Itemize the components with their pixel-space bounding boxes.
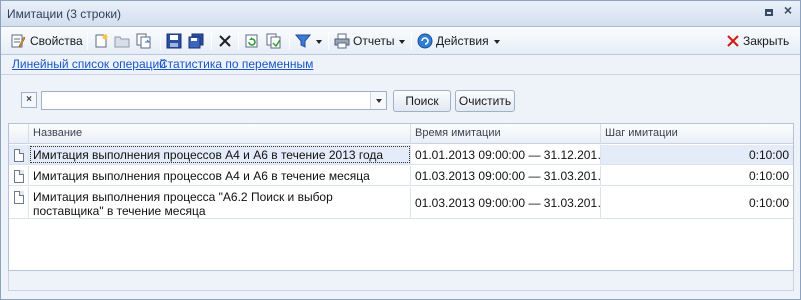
properties-button[interactable]: Свойства <box>10 31 83 51</box>
restore-icon <box>765 9 773 16</box>
save-icon <box>166 33 182 49</box>
toolbar-separator <box>411 32 412 50</box>
properties-label: Свойства <box>30 34 83 48</box>
close-label: Закрыть <box>743 34 790 48</box>
copy-icon <box>136 33 152 49</box>
link-bar: Линейный список операций Статистика по п… <box>1 55 800 75</box>
new-button[interactable] <box>93 31 109 51</box>
search-button[interactable]: Поиск <box>393 90 451 112</box>
row-time: 01.03.2013 09:00:00 — 31.03.201… <box>411 166 601 185</box>
save-button[interactable] <box>166 31 182 51</box>
document-icon <box>14 149 24 162</box>
refresh-button[interactable] <box>244 31 260 51</box>
search-combobox[interactable] <box>41 91 387 110</box>
properties-icon <box>10 33 26 49</box>
row-step: 0:10:00 <box>748 169 789 183</box>
row-time: 01.01.2013 09:00:00 — 31.12.201… <box>411 145 601 164</box>
clear-button[interactable]: Очистить <box>455 90 515 112</box>
document-icon <box>14 170 24 183</box>
folder-icon <box>114 33 130 49</box>
filter-icon <box>294 33 312 49</box>
status-bar <box>8 271 794 291</box>
toolbar-separator <box>289 32 290 50</box>
table-row[interactable]: Имитация выполнения процессов А4 и А6 в … <box>9 166 793 186</box>
copy-record-button[interactable] <box>266 31 282 51</box>
copy-button[interactable] <box>136 31 152 51</box>
row-icon-cell <box>9 166 29 185</box>
chevron-down-icon <box>399 39 406 44</box>
chevron-down-icon <box>376 99 382 103</box>
reports-label: Отчеты <box>353 34 395 48</box>
column-header-step[interactable]: Шаг имитации <box>601 124 793 144</box>
document-icon <box>14 191 24 204</box>
actions-icon <box>417 33 433 49</box>
save-all-icon <box>188 33 204 49</box>
chevron-down-icon <box>316 39 322 44</box>
column-header-time[interactable]: Время имитации <box>411 124 601 144</box>
close-button[interactable]: Закрыть <box>725 31 789 51</box>
ops-list-link[interactable]: Линейный список операций <box>12 57 166 71</box>
actions-label: Действия <box>436 34 489 48</box>
row-step: 0:10:00 <box>748 148 789 162</box>
window-title: Имитации (3 строки) <box>7 7 122 21</box>
imitations-window: Имитации (3 строки) × Свойства Отчеты Де… <box>0 0 801 300</box>
toolbar: Свойства Отчеты Действия Закрыть <box>1 27 800 55</box>
open-folder-button[interactable] <box>114 31 130 51</box>
row-name: Имитация выполнения процессов А4 и А6 в … <box>29 145 411 164</box>
new-document-icon <box>93 33 109 49</box>
grid-header: Название Время имитации Шаг имитации <box>9 124 793 144</box>
search-panel: × Поиск Очистить <box>1 75 800 123</box>
row-icon-cell <box>9 145 29 164</box>
refresh-icon <box>244 33 260 49</box>
toolbar-separator <box>160 32 161 50</box>
search-input[interactable] <box>42 92 370 109</box>
printer-icon <box>334 33 350 49</box>
header-icon-column <box>9 124 29 144</box>
row-time: 01.03.2013 09:00:00 — 31.03.201… <box>411 187 601 218</box>
table-row[interactable]: Имитация выполнения процесса "А6.2 Поиск… <box>9 187 793 219</box>
toolbar-separator <box>211 32 212 50</box>
column-header-name[interactable]: Название <box>29 124 411 144</box>
toolbar-separator <box>328 32 329 50</box>
clear-search-button[interactable]: × <box>21 92 37 108</box>
title-bar: Имитации (3 строки) × <box>1 1 800 27</box>
delete-button[interactable] <box>217 31 233 51</box>
row-name: Имитация выполнения процесса "А6.2 Поиск… <box>29 187 411 218</box>
filter-button[interactable] <box>294 31 322 51</box>
delete-icon <box>217 33 233 49</box>
row-step: 0:10:00 <box>748 196 789 210</box>
row-name: Имитация выполнения процессов А4 и А6 в … <box>29 166 411 185</box>
reports-menu-button[interactable]: Отчеты <box>334 31 406 51</box>
save-all-button[interactable] <box>188 31 204 51</box>
toolbar-separator <box>238 32 239 50</box>
var-stats-link[interactable]: Статистика по переменным <box>159 57 313 71</box>
close-icon: × <box>26 94 32 105</box>
row-icon-cell <box>9 187 29 218</box>
toolbar-separator <box>87 32 88 50</box>
actions-menu-button[interactable]: Действия <box>417 31 500 51</box>
restore-window-button[interactable] <box>763 6 777 20</box>
imitations-grid: Название Время имитации Шаг имитации Ими… <box>8 123 794 271</box>
close-icon <box>725 33 741 49</box>
copy-record-icon <box>266 33 282 49</box>
search-dropdown-button[interactable] <box>370 92 386 109</box>
table-row[interactable]: Имитация выполнения процессов А4 и А6 в … <box>9 145 793 165</box>
close-window-button[interactable]: × <box>781 2 795 20</box>
close-icon: × <box>783 2 793 18</box>
chevron-down-icon <box>493 39 500 44</box>
